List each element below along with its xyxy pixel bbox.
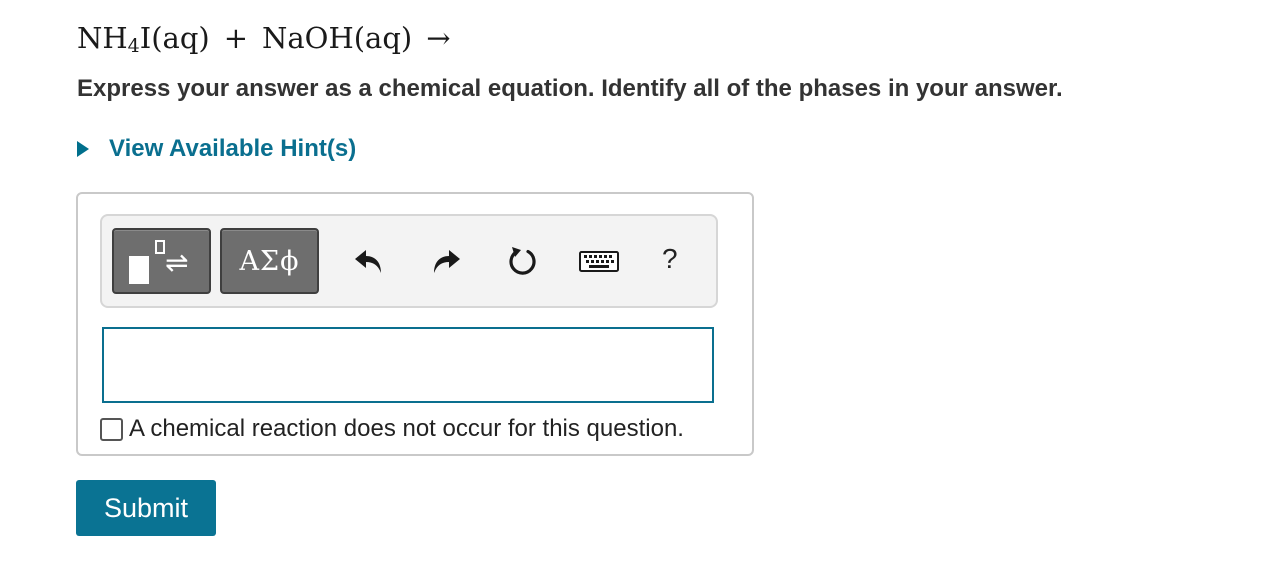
help-button[interactable]: ? <box>662 242 678 276</box>
answer-input[interactable] <box>102 327 714 403</box>
view-hints-label: View Available Hint(s) <box>109 135 357 162</box>
math-toolbar: ⇌ ΑΣϕ ? <box>100 214 718 308</box>
no-reaction-label: A chemical reaction does not occur for t… <box>129 415 684 442</box>
plus-sign: + <box>223 21 249 55</box>
submit-button[interactable]: Submit <box>76 480 216 536</box>
undo-icon[interactable] <box>352 244 386 278</box>
no-reaction-option[interactable]: A chemical reaction does not occur for t… <box>100 414 684 444</box>
symbols-button[interactable]: ΑΣϕ <box>220 228 319 294</box>
instructions-text: Express your answer as a chemical equati… <box>77 75 1063 102</box>
keyboard-icon[interactable] <box>577 244 621 278</box>
reaction-equation: NH4I(aq) + NaOH(aq) → <box>77 18 465 58</box>
redo-icon[interactable] <box>429 244 463 278</box>
templates-button[interactable]: ⇌ <box>112 228 211 294</box>
caret-right-icon <box>77 141 89 157</box>
no-reaction-checkbox[interactable] <box>100 417 123 441</box>
view-hints-toggle[interactable]: View Available Hint(s) <box>77 134 356 164</box>
reactant-2: NaOH(aq) <box>262 21 413 55</box>
reactant-1: NH4I(aq) <box>77 21 210 57</box>
reaction-arrow: → <box>426 21 451 55</box>
symbols-label: ΑΣϕ <box>239 245 300 277</box>
reset-icon[interactable] <box>506 244 540 278</box>
